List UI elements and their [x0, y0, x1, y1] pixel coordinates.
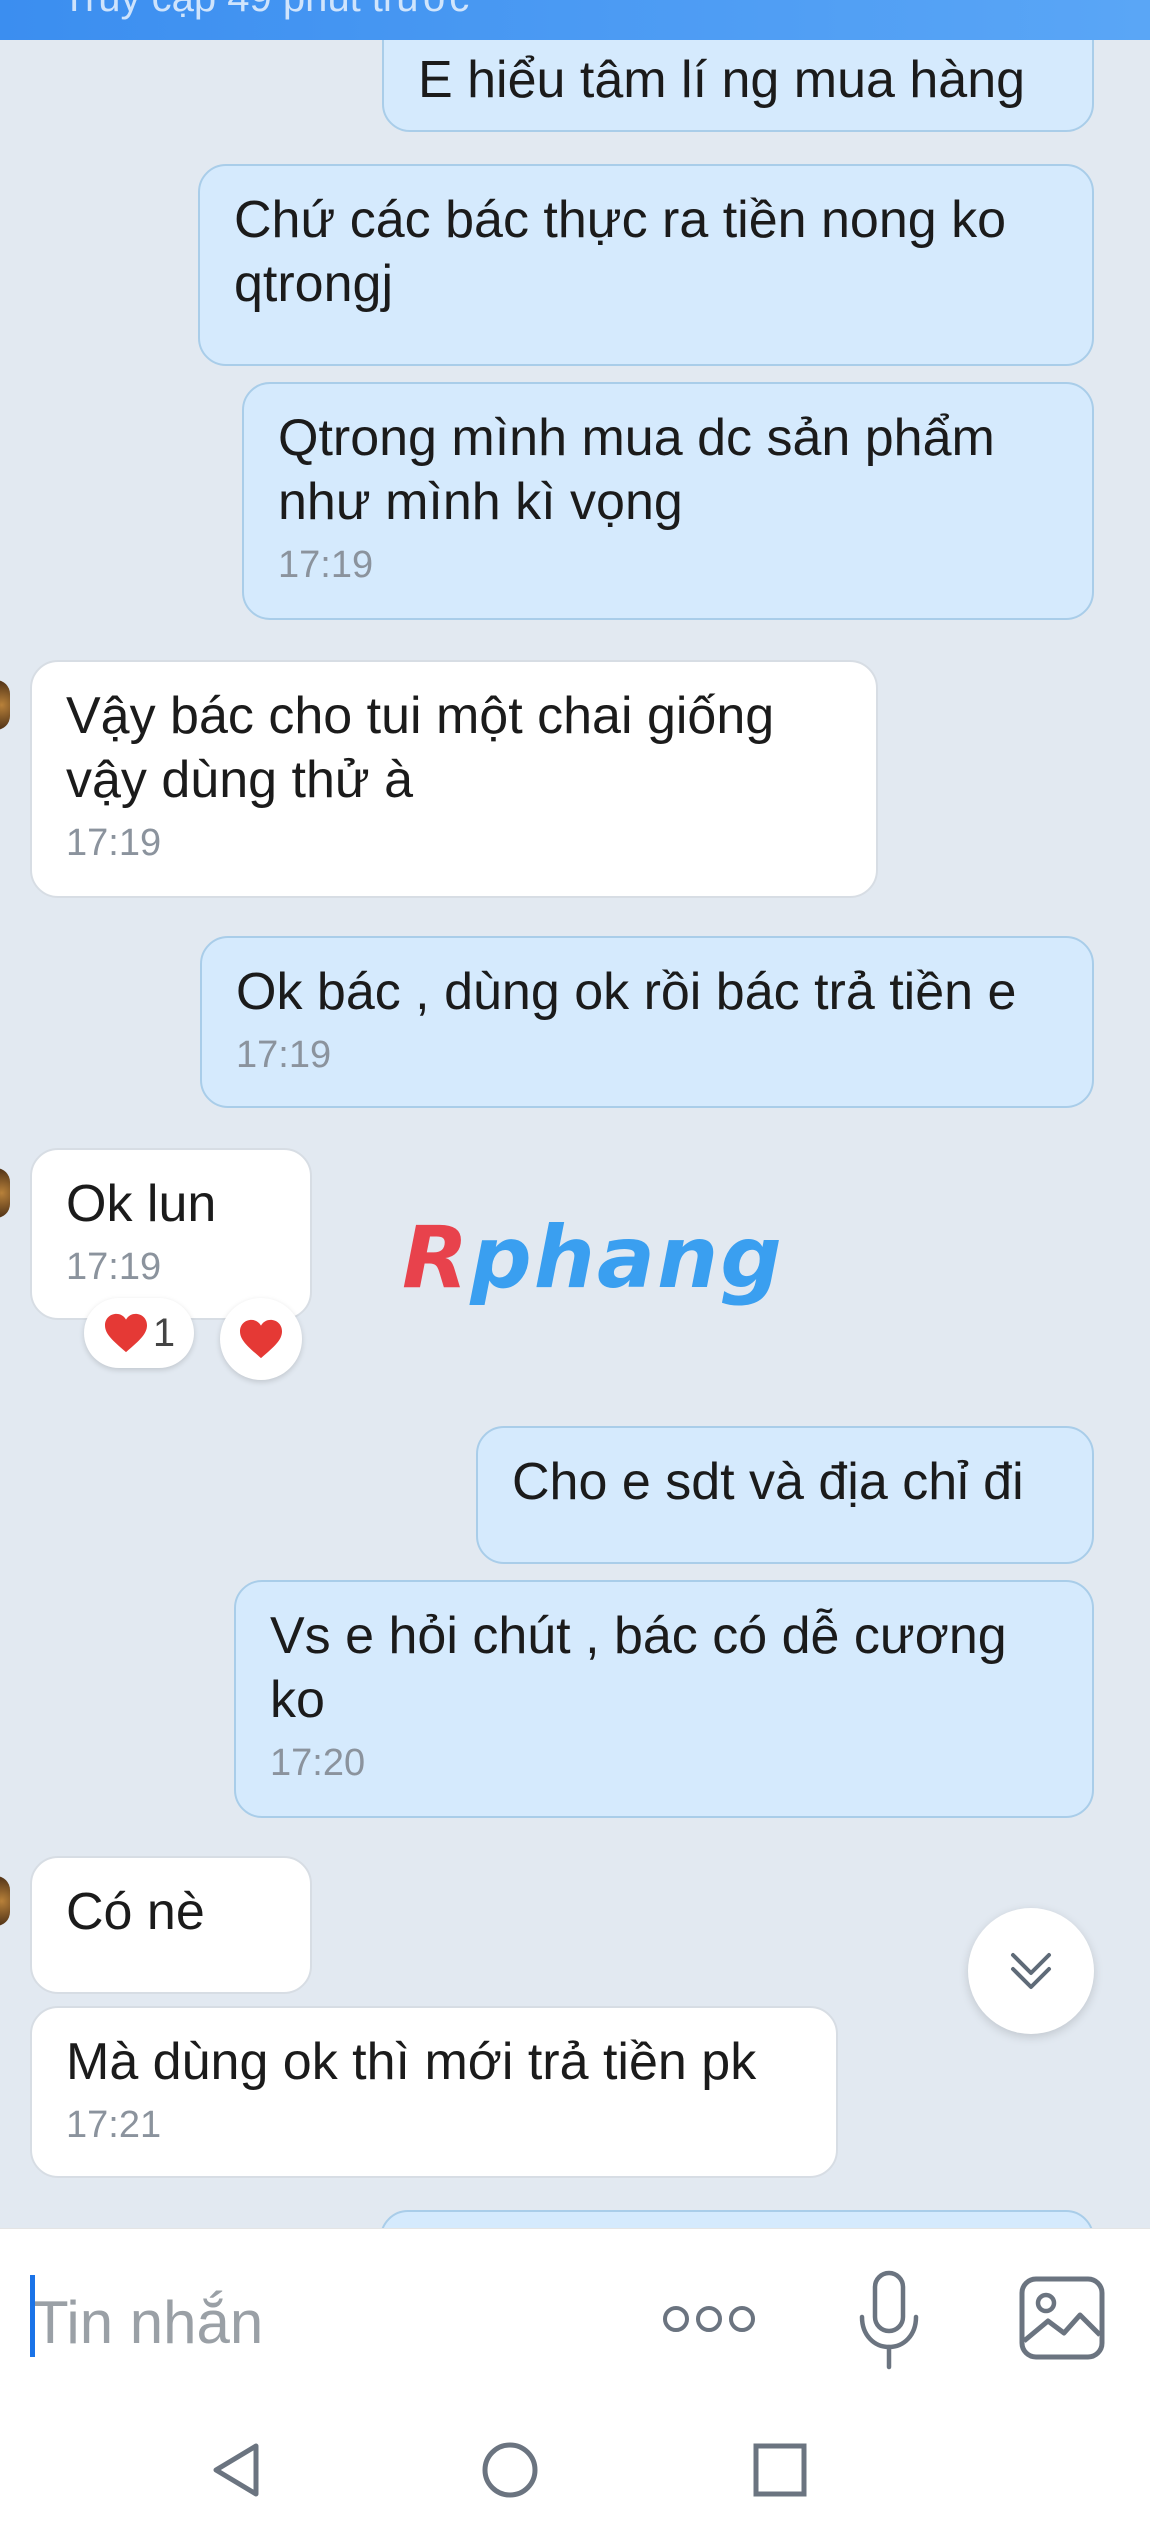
voice-message-button[interactable]	[856, 2269, 922, 2373]
message-time: 17:19	[236, 1034, 332, 1076]
microphone-icon	[859, 2270, 919, 2370]
message-text: Mà dùng ok thì mới trả tiền pk	[66, 2033, 757, 2091]
message-text: E hiểu tâm lí ng mua hàng	[418, 51, 1026, 109]
message-time: 17:19	[66, 1246, 162, 1288]
home-icon	[482, 2442, 538, 2498]
message-time: 17:21	[66, 2104, 162, 2146]
more-button[interactable]	[660, 2293, 758, 2345]
message-text: Vậy bác cho tui một chai giống vậy dùng …	[66, 687, 775, 809]
watermark-text: phang	[470, 1208, 784, 1308]
nav-recents-button[interactable]	[752, 2442, 808, 2503]
message-bubble-outgoing[interactable]: Cho e sdt và địa chỉ đi	[476, 1426, 1094, 1564]
message-bubble-outgoing[interactable]: Ok bác , dùng ok rồi bác trả tiền e 17:1…	[200, 936, 1094, 1108]
message-bubble-outgoing[interactable]: Chứ các bác thực ra tiền nong ko qtrongj	[198, 164, 1094, 366]
message-bubble-incoming[interactable]: Mà dùng ok thì mới trả tiền pk 17:21	[30, 2006, 838, 2178]
double-chevron-down-icon	[1011, 1953, 1051, 1989]
message-bubble-incoming[interactable]: Vậy bác cho tui một chai giống vậy dùng …	[30, 660, 878, 898]
message-text: Vs e hỏi chút , bác có dễ cương ko	[270, 1607, 1007, 1729]
message-bubble-outgoing[interactable]: Vs e hỏi chút , bác có dễ cương ko 17:20	[234, 1580, 1094, 1818]
message-list[interactable]: E hiểu tâm lí ng mua hàng Chứ các bác th…	[0, 40, 1150, 2228]
avatar[interactable]	[0, 1168, 10, 1218]
message-bubble-incoming[interactable]: Ok lun 17:19	[30, 1148, 312, 1320]
message-time: 17:20	[270, 1742, 366, 1784]
message-text: Qtrong mình mua dc sản phẩm như mình kì …	[278, 409, 995, 531]
heart-icon	[104, 1313, 147, 1353]
message-text: Có nè	[66, 1883, 205, 1941]
message-bubble-incoming[interactable]: Có nè	[30, 1856, 312, 1994]
message-text: Cho e sdt và địa chỉ đi	[512, 1453, 1024, 1511]
recents-icon	[753, 2443, 807, 2497]
text-caret	[30, 2275, 35, 2357]
message-time: 17:19	[278, 544, 374, 586]
watermark-letter: R	[402, 1208, 471, 1308]
message-text: Chứ các bác thực ra tiền nong ko qtrongj	[234, 191, 1007, 313]
message-text: Ok lun	[66, 1175, 217, 1233]
back-icon	[213, 2443, 259, 2497]
image-icon	[1019, 2276, 1105, 2360]
add-reaction-button[interactable]	[220, 1298, 302, 1380]
composer-bar	[0, 2228, 1150, 2408]
reaction-count: 1	[152, 1310, 176, 1355]
last-seen-status: Truy cập 49 phút trước	[62, 0, 469, 21]
watermark-logo: Rphang	[402, 1208, 784, 1308]
more-icon	[663, 2306, 755, 2332]
chat-header[interactable]: Truy cập 49 phút trước	[0, 0, 1150, 40]
message-time: 17:19	[66, 822, 162, 864]
send-image-button[interactable]	[1018, 2275, 1106, 2361]
message-bubble-outgoing[interactable]: Qtrong mình mua dc sản phẩm như mình kì …	[242, 382, 1094, 620]
heart-icon	[240, 1319, 282, 1359]
nav-home-button[interactable]	[480, 2440, 540, 2505]
nav-back-button[interactable]	[208, 2440, 264, 2505]
avatar[interactable]	[0, 680, 10, 730]
system-navigation-bar	[0, 2408, 1150, 2526]
message-text: Ok bác , dùng ok rồi bác trả tiền e	[236, 963, 1017, 1021]
scroll-to-bottom-button[interactable]	[968, 1908, 1094, 2034]
message-bubble-outgoing[interactable]: E hiểu tâm lí ng mua hàng	[382, 40, 1094, 132]
message-bubble-outgoing[interactable]	[380, 2210, 1094, 2228]
reaction-heart-count[interactable]: 1	[84, 1298, 194, 1368]
message-input[interactable]	[32, 2277, 632, 2367]
avatar[interactable]	[0, 1876, 10, 1926]
